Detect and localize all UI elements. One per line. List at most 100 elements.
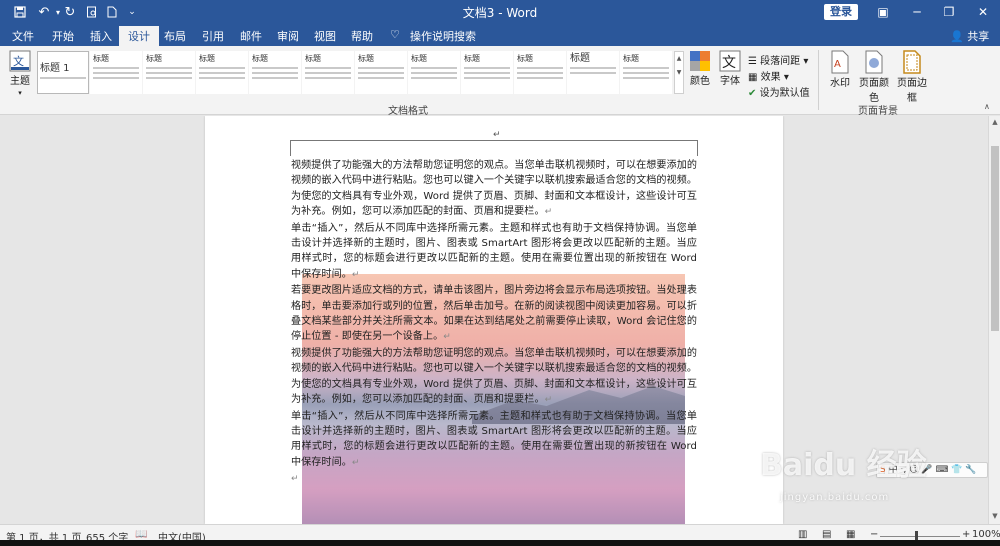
paragraph[interactable]: 若要更改图片适应文档的方式，请单击该图片，图片旁边将会显示布局选项按钮。当处理表…: [291, 283, 697, 346]
tab-review[interactable]: 审阅: [277, 28, 299, 44]
tab-help[interactable]: 帮助: [351, 28, 373, 44]
tab-insert[interactable]: 插入: [90, 28, 112, 44]
style-set-item[interactable]: 标题 1: [37, 51, 89, 94]
style-set-heading: 标题: [623, 54, 639, 63]
tab-home[interactable]: 开始: [52, 28, 74, 44]
paragraph-text: 视频提供了功能强大的方法帮助您证明您的观点。当您单击联机视频时，可以在想要添加的…: [291, 160, 697, 218]
style-set-item[interactable]: 标题: [90, 51, 142, 94]
zoom-in-icon[interactable]: +: [962, 529, 970, 540]
style-set-item[interactable]: 标题: [143, 51, 195, 94]
tab-design[interactable]: 设计: [119, 26, 159, 46]
style-set-item[interactable]: 标题: [196, 51, 248, 94]
set-as-default-button[interactable]: ✔ 设为默认值: [748, 84, 810, 99]
themes-dropdown-icon: ▾: [18, 89, 22, 97]
style-set-heading: 标题: [199, 54, 215, 63]
paragraph-text: 若要更改图片适应文档的方式，请单击该图片，图片旁边将会显示布局选项按钮。当处理表…: [291, 285, 697, 343]
page-borders-button[interactable]: 页面边框: [894, 50, 930, 104]
minimize-icon[interactable]: ─: [900, 0, 934, 24]
effects-label: 效果: [760, 72, 781, 83]
paragraph[interactable]: 单击“插入”，然后从不同库中选择所需元素。主题和样式也有助于文档保持协调。当您单…: [291, 221, 697, 284]
proofing-icon[interactable]: 📖: [135, 529, 147, 540]
scroll-down-icon[interactable]: ▼: [989, 512, 1000, 520]
zoom-slider[interactable]: [880, 536, 960, 537]
paragraph-mark-icon: ↵: [351, 269, 360, 280]
page-border-icon: [903, 50, 921, 74]
zoom-out-icon[interactable]: −: [870, 529, 878, 540]
watermark-button[interactable]: A 水印: [826, 50, 854, 89]
page-borders-label: 页面边框: [897, 78, 927, 104]
style-set-item[interactable]: 标题: [408, 51, 460, 94]
style-set-item[interactable]: 标题: [302, 51, 354, 94]
colors-icon: [690, 51, 710, 71]
scroll-up-icon[interactable]: ▲: [989, 118, 1000, 126]
header-region[interactable]: [290, 140, 698, 156]
share-button[interactable]: 👤 共享: [950, 28, 989, 44]
style-set-heading: 标题: [252, 54, 268, 63]
style-set-heading: 标题: [146, 54, 162, 63]
fonts-icon: 文: [719, 50, 741, 72]
paragraph[interactable]: 单击“插入”，然后从不同库中选择所需元素。主题和样式也有助于文档保持协调。当您单…: [291, 409, 697, 472]
gallery-more-icon[interactable]: ▼: [677, 69, 682, 76]
web-layout-icon[interactable]: ▦: [846, 529, 855, 540]
style-set-gallery: 标题 1 标题 标题 标题 标题 标题 标题 标题 标题 标题 标题 标题: [37, 51, 673, 94]
tab-file[interactable]: 文件: [12, 28, 34, 44]
paragraph-mark-icon: ↵: [291, 474, 299, 485]
paragraph-spacing-icon: ☰: [748, 56, 757, 67]
tab-view[interactable]: 视图: [314, 28, 336, 44]
watermark-label: 水印: [830, 78, 850, 89]
watermark-url: jingyan.baidu.com: [780, 492, 890, 503]
group-label-page-background: 页面背景: [858, 106, 898, 117]
zoom-level[interactable]: 100%: [972, 529, 1000, 540]
paragraph[interactable]: 视频提供了功能强大的方法帮助您证明您的观点。当您单击联机视频时，可以在想要添加的…: [291, 158, 697, 221]
person-icon: 👤: [950, 30, 964, 43]
tab-layout[interactable]: 布局: [164, 28, 186, 44]
svg-text:文: 文: [722, 55, 736, 71]
read-mode-icon[interactable]: ▥: [798, 529, 807, 540]
gallery-up-icon[interactable]: ▲: [677, 55, 682, 62]
style-set-item[interactable]: 标题: [620, 51, 672, 94]
paragraph-mark-icon: ↵: [443, 332, 451, 343]
vertical-scrollbar[interactable]: ▲ ▼: [988, 116, 1000, 524]
colors-label: 颜色: [690, 76, 710, 87]
style-set-item[interactable]: 标题: [355, 51, 407, 94]
tab-references[interactable]: 引用: [202, 28, 224, 44]
lightbulb-icon: ♡: [390, 28, 400, 41]
collapse-ribbon-icon[interactable]: ∧: [984, 102, 990, 111]
paragraph[interactable]: 视频提供了功能强大的方法帮助您证明您的观点。当您单击联机视频时，可以在想要添加的…: [291, 346, 697, 409]
login-button[interactable]: 登录: [824, 4, 858, 20]
paragraph-spacing-button[interactable]: ☰ 段落间距 ▾: [748, 52, 808, 67]
close-icon[interactable]: ✕: [966, 0, 1000, 24]
gallery-scroll[interactable]: ▲ ▼: [674, 51, 684, 94]
style-set-item[interactable]: 标题: [514, 51, 566, 94]
print-layout-icon[interactable]: ▤: [822, 529, 831, 540]
tell-me-search[interactable]: 操作说明搜索: [410, 28, 476, 44]
ribbon-design: 文 主题 ▾ 标题 1 标题 标题 标题 标题 标题 标题 标题 标题 标题 标题…: [0, 46, 1000, 117]
style-set-item[interactable]: 标题: [461, 51, 513, 94]
share-label: 共享: [967, 30, 990, 43]
svg-text:文: 文: [13, 54, 24, 68]
page-color-button[interactable]: 页面颜色: [856, 50, 892, 104]
ribbon-display-options-icon[interactable]: ▣: [866, 0, 900, 24]
ime-tools-icon[interactable]: 🔧: [965, 465, 976, 475]
themes-button[interactable]: 文 主题 ▾: [6, 50, 34, 98]
scrollbar-thumb[interactable]: [991, 146, 999, 331]
paragraph-text: 视频提供了功能强大的方法帮助您证明您的观点。当您单击联机视频时，可以在想要添加的…: [291, 347, 697, 406]
document-page[interactable]: ↵ 视频提供了功能强大的方法帮助您证明您的观点。当您单击联机视频时，可以在想要添…: [205, 116, 783, 524]
check-icon: ✔: [748, 88, 757, 99]
maximize-icon[interactable]: ❐: [932, 0, 966, 24]
page-color-label: 页面颜色: [859, 78, 889, 104]
themes-icon: 文: [9, 50, 31, 72]
style-set-heading: 标题: [93, 54, 109, 63]
style-set-item[interactable]: 标题: [567, 51, 619, 94]
title-bar: ↶ ▾ ↻ ⌄ 文档3 - Word 登录 ▣ ─ ❐ ✕: [0, 0, 1000, 24]
empty-paragraph[interactable]: ↵: [291, 471, 697, 487]
colors-button[interactable]: 颜色: [686, 50, 714, 87]
style-set-heading: 标题: [464, 54, 480, 63]
paragraph-mark-icon: ↵: [544, 395, 553, 406]
style-set-item[interactable]: 标题: [249, 51, 301, 94]
fonts-button[interactable]: 文 字体: [716, 50, 744, 87]
document-body[interactable]: 视频提供了功能强大的方法帮助您证明您的观点。当您单击联机视频时，可以在想要添加的…: [291, 158, 697, 488]
tab-mailings[interactable]: 邮件: [240, 28, 262, 44]
style-set-heading: 标题: [570, 53, 590, 64]
effects-button[interactable]: ▦ 效果 ▾: [748, 68, 789, 83]
